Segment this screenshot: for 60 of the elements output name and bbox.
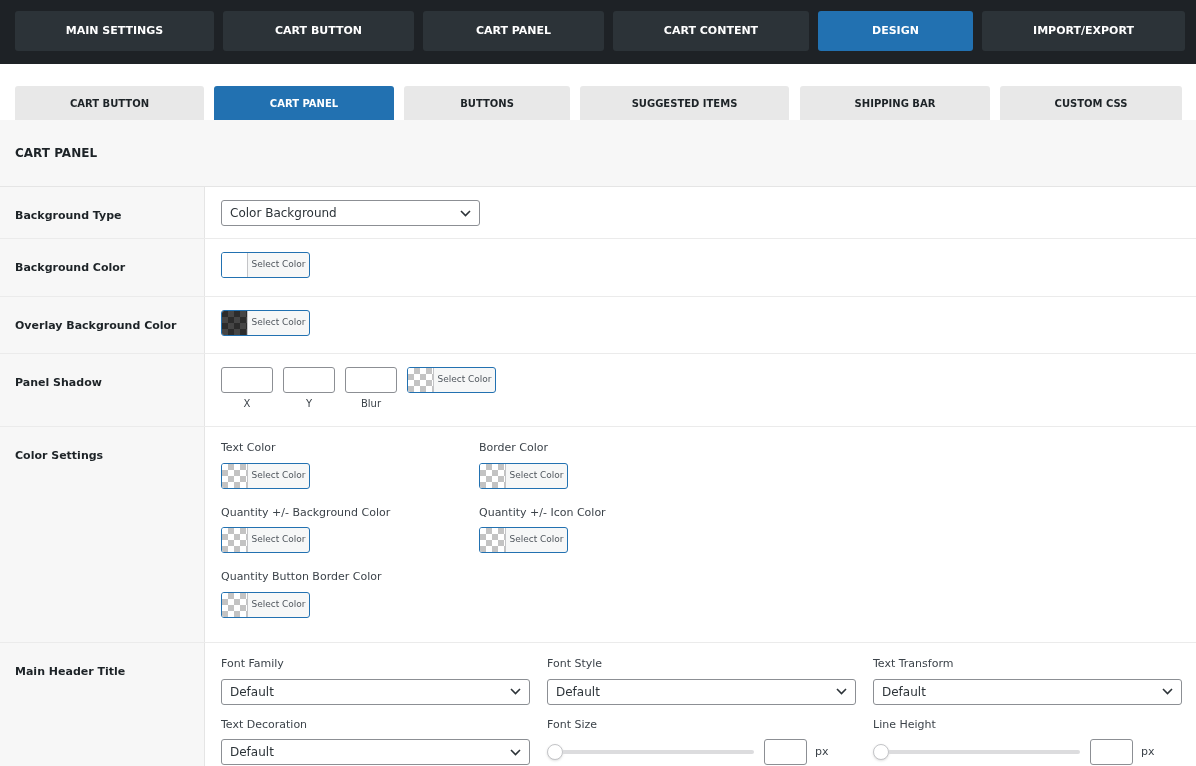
color-picker-button[interactable]: Select Color <box>221 527 310 553</box>
field-label: Text Transform <box>873 656 955 672</box>
field-label: px <box>815 743 829 760</box>
sub-tab[interactable]: SUGGESTED ITEMS <box>580 86 789 120</box>
sub-tab[interactable]: CUSTOM CSS <box>1000 86 1182 120</box>
color-picker-button[interactable]: Select Color <box>221 310 310 336</box>
dropdown-select[interactable]: Color Background <box>221 200 480 226</box>
number-input[interactable] <box>1090 739 1133 765</box>
slider-thumb[interactable] <box>873 744 889 760</box>
color-picker-button[interactable]: Select Color <box>221 591 310 618</box>
sub-tab[interactable]: CART BUTTON <box>15 86 204 120</box>
main-tab[interactable]: CART BUTTON <box>223 11 414 51</box>
field-label: Quantity +/- Background Color <box>221 504 391 521</box>
dropdown-select[interactable]: Default <box>221 678 530 705</box>
chevron-down-icon <box>1162 688 1173 695</box>
color-picker-button[interactable]: Select Color <box>221 462 310 489</box>
row-label: Main Header Title <box>15 665 126 678</box>
sub-tab[interactable]: CART PANEL <box>214 86 394 120</box>
color-picker-button[interactable]: Select Color <box>221 252 310 278</box>
main-tab[interactable]: MAIN SETTINGS <box>15 11 214 51</box>
row-label: Background Type <box>15 209 122 222</box>
chevron-down-icon <box>510 748 521 756</box>
main-tab[interactable]: CART CONTENT <box>613 11 809 51</box>
field-label: Text Color <box>221 440 276 456</box>
field-label: Font Size <box>547 716 599 733</box>
chevron-down-icon <box>510 688 521 695</box>
field-label: Quantity Button Border Color <box>221 569 382 585</box>
main-tab[interactable]: CART PANEL <box>423 11 604 51</box>
row-label: Background Color <box>15 261 126 274</box>
field-label: Blur <box>360 397 382 411</box>
field-label: Font Family <box>221 656 285 672</box>
number-input[interactable] <box>221 367 273 393</box>
color-picker-button[interactable]: Select Color <box>479 462 568 489</box>
field-label: Line Height <box>873 716 937 733</box>
dropdown-select[interactable]: Default <box>547 678 856 705</box>
field-label: Border Color <box>479 440 549 456</box>
sub-tab[interactable]: SHIPPING BAR <box>800 86 990 120</box>
number-input[interactable] <box>345 367 397 393</box>
row-label: Color Settings <box>15 449 104 462</box>
field-label: X <box>243 397 251 411</box>
main-tab[interactable]: IMPORT/EXPORT <box>982 11 1185 51</box>
field-label: Font Style <box>547 656 604 672</box>
number-input[interactable] <box>283 367 335 393</box>
dropdown-select[interactable]: Default <box>873 678 1182 705</box>
number-input[interactable] <box>764 739 807 765</box>
section-title: CART PANEL <box>15 145 98 162</box>
main-tab[interactable]: DESIGN <box>818 11 973 51</box>
dropdown-select[interactable]: Default <box>221 739 530 765</box>
sub-tab[interactable]: BUTTONS <box>404 86 570 120</box>
field-label: Y <box>305 397 313 411</box>
chevron-down-icon <box>836 688 847 695</box>
slider-thumb[interactable] <box>547 744 563 760</box>
color-picker-button[interactable]: Select Color <box>407 367 496 393</box>
chevron-down-icon <box>460 209 471 217</box>
field-label: Text Decoration <box>221 716 309 733</box>
field-label: px <box>1141 743 1155 760</box>
field-label: Quantity +/- Icon Color <box>479 504 606 521</box>
row-label: Panel Shadow <box>15 376 102 389</box>
color-picker-button[interactable]: Select Color <box>479 527 568 553</box>
row-label: Overlay Background Color <box>15 319 177 332</box>
